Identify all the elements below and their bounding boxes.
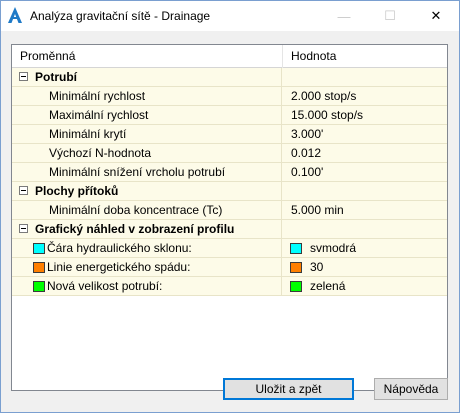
dialog-body: Proměnná Hodnota Potrubí Minimální rychl… [1, 31, 459, 412]
color-value[interactable]: zelená [310, 277, 345, 295]
property-value[interactable]: 5.000 min [291, 201, 344, 219]
help-button[interactable]: Nápověda [374, 378, 448, 400]
property-name: Linie energetického spádu: [47, 260, 191, 274]
property-row[interactable]: Minimální snížení vrcholu potrubí 0.100' [12, 163, 447, 182]
property-value[interactable]: 0.100' [291, 163, 323, 181]
group-row-profile-preview[interactable]: Grafický náhled v zobrazení profilu [12, 220, 447, 239]
color-swatch-icon [33, 281, 45, 292]
collapse-icon[interactable] [19, 224, 28, 233]
property-name: Nová velikost potrubí: [47, 279, 163, 293]
property-value[interactable]: 2.000 stop/s [291, 87, 356, 105]
property-name: Minimální snížení vrcholu potrubí [49, 165, 226, 179]
civil3d-app-icon [8, 7, 22, 23]
column-header-value[interactable]: Hodnota [283, 45, 336, 68]
close-button[interactable]: ✕ [413, 1, 459, 31]
property-name: Čára hydraulického sklonu: [47, 241, 192, 255]
color-value[interactable]: 30 [310, 258, 323, 276]
property-value[interactable]: 15.000 stop/s [291, 106, 363, 124]
property-value[interactable]: 0.012 [291, 144, 321, 162]
property-name: Minimální doba koncentrace (Tc) [49, 203, 223, 217]
group-label: Plochy přítoků [35, 184, 119, 198]
color-swatch-icon [33, 243, 45, 254]
property-row[interactable]: Minimální doba koncentrace (Tc) 5.000 mi… [12, 201, 447, 220]
property-name: Minimální krytí [49, 127, 127, 141]
property-row[interactable]: Maximální rychlost 15.000 stop/s [12, 106, 447, 125]
group-label: Grafický náhled v zobrazení profilu [35, 222, 235, 236]
save-and-return-button[interactable]: Uložit a zpět [223, 378, 354, 400]
collapse-icon[interactable] [19, 72, 28, 81]
color-swatch-icon[interactable] [290, 262, 302, 273]
property-row[interactable]: Výchozí N-hodnota 0.012 [12, 144, 447, 163]
group-row-pipes[interactable]: Potrubí [12, 68, 447, 87]
property-name: Minimální rychlost [49, 89, 146, 103]
grid-header: Proměnná Hodnota [12, 45, 447, 68]
property-row[interactable]: Minimální krytí 3.000' [12, 125, 447, 144]
property-name: Výchozí N-hodnota [49, 146, 152, 160]
minimize-button: — [337, 8, 351, 24]
dialog-window: Analýza gravitační sítě - Drainage — ☐ ✕… [0, 0, 460, 413]
color-swatch-icon[interactable] [290, 243, 302, 254]
maximize-button: ☐ [384, 8, 396, 23]
property-row[interactable]: Minimální rychlost 2.000 stop/s [12, 87, 447, 106]
color-value[interactable]: svmodrá [310, 239, 356, 257]
group-row-catchments[interactable]: Plochy přítoků [12, 182, 447, 201]
collapse-icon[interactable] [19, 186, 28, 195]
window-title: Analýza gravitační sítě - Drainage [30, 9, 211, 23]
property-name: Maximální rychlost [49, 108, 149, 122]
property-value[interactable]: 3.000' [291, 125, 323, 143]
property-grid[interactable]: Proměnná Hodnota Potrubí Minimální rychl… [11, 44, 448, 391]
title-bar[interactable]: Analýza gravitační sítě - Drainage — ☐ ✕ [1, 1, 459, 31]
color-property-row[interactable]: Čára hydraulického sklonu: svmodrá [12, 239, 447, 258]
color-property-row[interactable]: Nová velikost potrubí: zelená [12, 277, 447, 296]
color-property-row[interactable]: Linie energetického spádu: 30 [12, 258, 447, 277]
column-header-variable[interactable]: Proměnná [12, 45, 75, 68]
color-swatch-icon[interactable] [290, 281, 302, 292]
group-label: Potrubí [35, 70, 77, 84]
color-swatch-icon [33, 262, 45, 273]
grid-rows: Potrubí Minimální rychlost 2.000 stop/s … [12, 68, 447, 296]
